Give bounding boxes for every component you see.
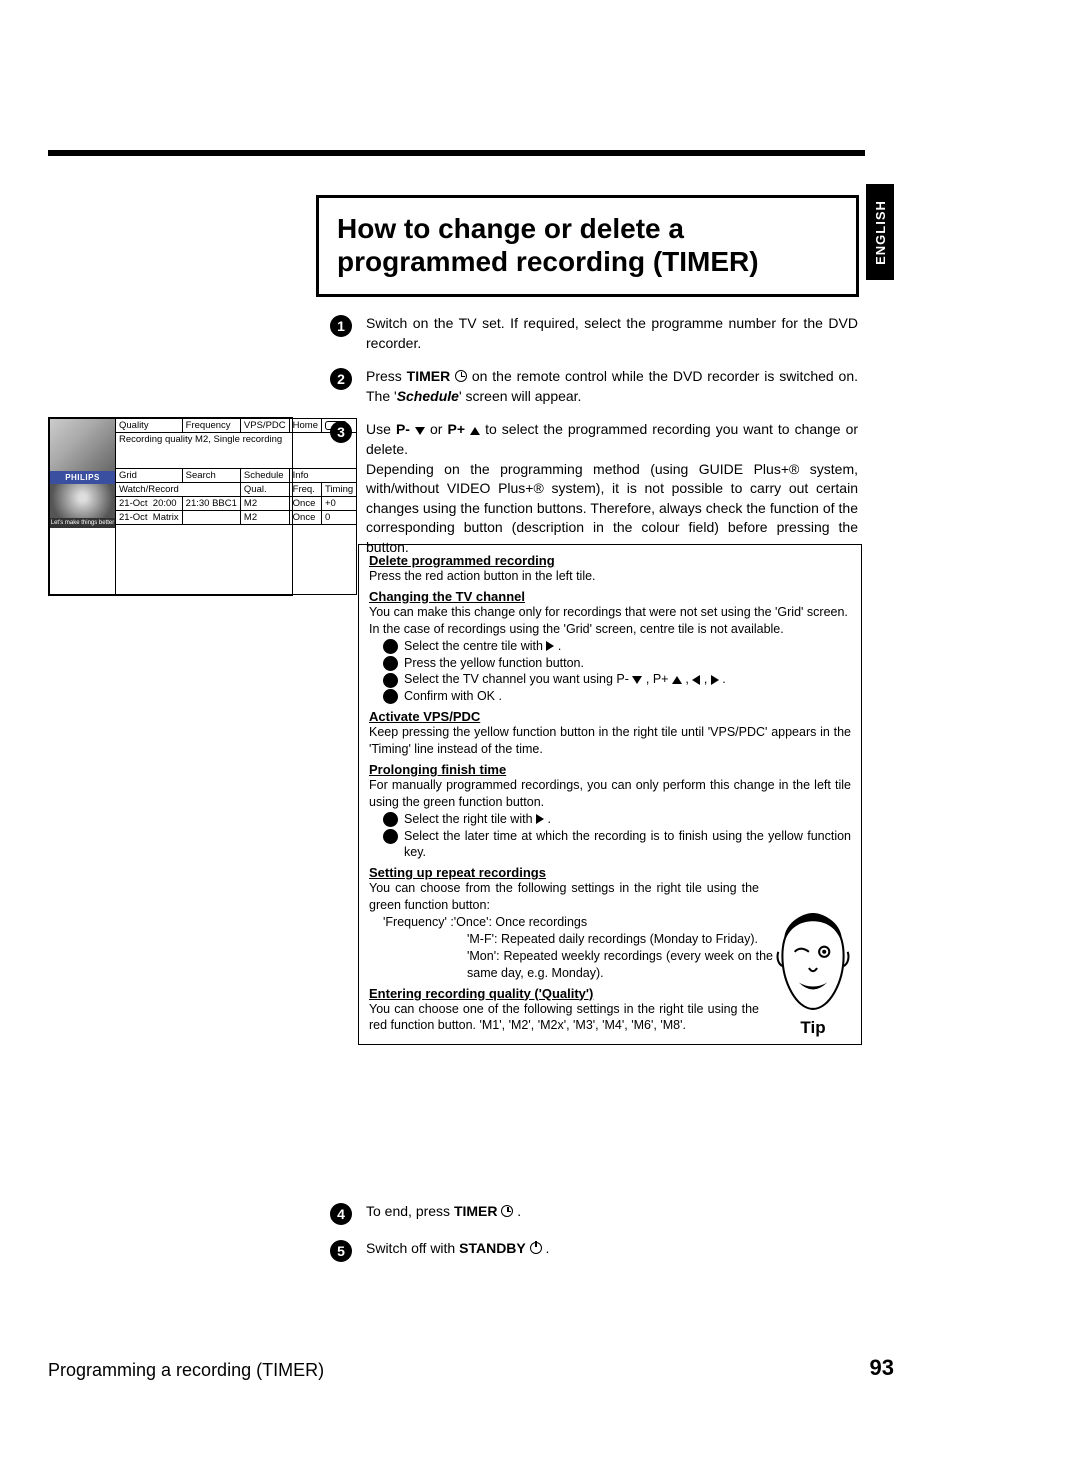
tip-h-delete: Delete programmed recording [369, 553, 851, 568]
tip-h-repeat: Setting up repeat recordings [369, 865, 851, 880]
step-number-icon: 1 [330, 315, 352, 337]
triangle-left-icon [692, 675, 700, 685]
tip-label: Tip [771, 1018, 855, 1038]
clock-icon [501, 1205, 513, 1217]
step-3: 3 Use P- or P+ to select the programmed … [330, 420, 858, 557]
step-5-text: Switch off with STANDBY . [366, 1239, 858, 1262]
step-1: 1 Switch on the TV set. If required, sel… [330, 314, 858, 353]
step-4: 4 To end, press TIMER . [330, 1202, 858, 1225]
winking-face-icon [772, 911, 854, 1013]
substep: 2Select the later time at which the reco… [383, 828, 851, 862]
language-tab: ENGLISH [866, 184, 894, 280]
hdr-home: Home [289, 419, 321, 433]
philips-logo: PHILIPS [50, 471, 115, 484]
frequency-options: 'Frequency' :'Once': Once recordings 'M-… [383, 914, 773, 982]
clock-icon [455, 370, 467, 382]
substep: 1Select the centre tile with . [383, 638, 851, 655]
step-2-text: Press TIMER on the remote control while … [366, 367, 858, 406]
step-number-icon: 4 [330, 1203, 352, 1225]
tip-p-repeat: You can choose from the following settin… [369, 880, 759, 914]
tab-schedule: Schedule [240, 469, 289, 483]
language-label: ENGLISH [873, 200, 888, 265]
triangle-right-icon [546, 641, 554, 651]
tab-search: Search [182, 469, 240, 483]
tip-p-vps: Keep pressing the yellow function button… [369, 724, 851, 758]
step-3-text: Use P- or P+ to select the programmed re… [366, 420, 858, 557]
step-1-text: Switch on the TV set. If required, selec… [366, 314, 858, 353]
philips-slogan: Let's make things better [50, 518, 115, 528]
step-2: 2 Press TIMER on the remote control whil… [330, 367, 858, 406]
tab-grid: Grid [116, 469, 183, 483]
col-qual: Qual. [240, 483, 289, 497]
triangle-down-icon [415, 427, 425, 435]
tip-h-vps: Activate VPS/PDC [369, 709, 851, 724]
tip-h-prolong: Prolonging finish time [369, 762, 851, 777]
power-icon [530, 1242, 542, 1254]
triangle-up-icon [672, 676, 682, 684]
triangle-up-icon [470, 427, 480, 435]
substep: 2Press the yellow function button. [383, 655, 851, 672]
step-number-icon: 2 [330, 368, 352, 390]
substep: 3Select the TV channel you want using P-… [383, 671, 851, 688]
tip-p-delete: Press the red action button in the left … [369, 568, 851, 585]
triangle-down-icon [632, 676, 642, 684]
step-4-text: To end, press TIMER . [366, 1202, 858, 1225]
step-number-icon: 3 [330, 421, 352, 443]
tip-illustration: Tip [771, 911, 855, 1038]
tip-p-prolong: For manually programmed recordings, you … [369, 777, 851, 811]
hdr-vpspdc: VPS/PDC [240, 419, 289, 433]
tip-p-channel: You can make this change only for record… [369, 604, 851, 638]
col-freq: Freq. [289, 483, 321, 497]
substep: 1Select the right tile with . [383, 811, 851, 828]
top-rule [48, 150, 865, 156]
footer-section-title: Programming a recording (TIMER) [48, 1360, 324, 1381]
subhdr: Recording quality M2, Single recording [116, 433, 357, 469]
triangle-right-icon [711, 675, 719, 685]
schedule-screenshot: PHILIPS Let's make things better Quality… [48, 417, 293, 596]
hdr-quality: Quality [116, 419, 183, 433]
tip-p-quality: You can choose one of the following sett… [369, 1001, 759, 1035]
step-5: 5 Switch off with STANDBY . [330, 1239, 858, 1262]
page-number: 93 [870, 1355, 894, 1381]
section-title: How to change or delete a programmed rec… [337, 212, 838, 278]
col-watchrecord: Watch/Record [116, 483, 241, 497]
hdr-frequency: Frequency [182, 419, 240, 433]
step-number-icon: 5 [330, 1240, 352, 1262]
triangle-right-icon [536, 814, 544, 824]
tip-box: Delete programmed recording Press the re… [358, 544, 862, 1045]
section-title-box: How to change or delete a programmed rec… [316, 195, 859, 297]
tip-h-channel: Changing the TV channel [369, 589, 851, 604]
substep: 4Confirm with OK . [383, 688, 851, 705]
